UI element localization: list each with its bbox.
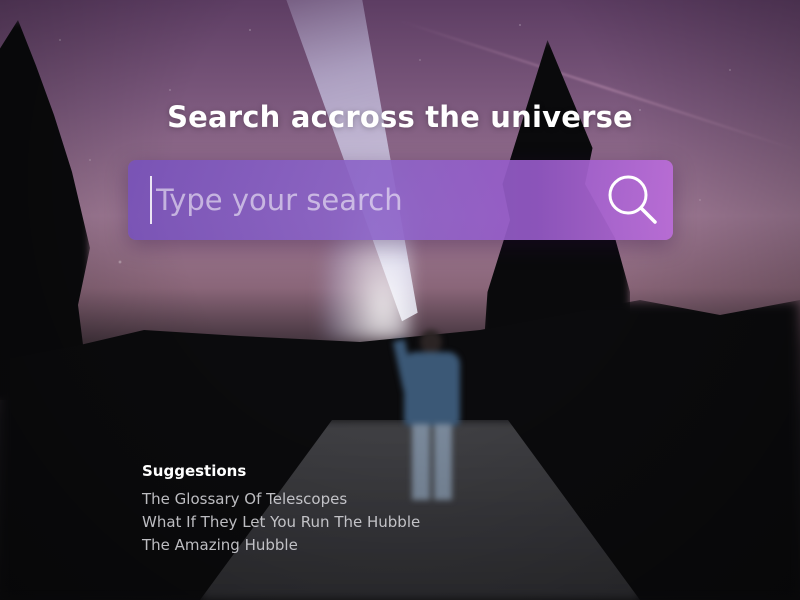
- search-input[interactable]: [150, 176, 596, 224]
- search-button[interactable]: [603, 170, 663, 230]
- suggestion-list: The Glossary Of Telescopes What If They …: [142, 488, 462, 557]
- suggestion-item[interactable]: The Amazing Hubble: [142, 534, 462, 557]
- suggestion-item[interactable]: What If They Let You Run The Hubble: [142, 511, 462, 534]
- suggestions-heading: Suggestions: [142, 462, 247, 480]
- search-bar: [128, 160, 673, 240]
- page-background: Search accross the universe Suggestions …: [0, 0, 800, 600]
- suggestion-item[interactable]: The Glossary Of Telescopes: [142, 488, 462, 511]
- page-title: Search accross the universe: [167, 100, 633, 134]
- search-icon: [608, 175, 657, 224]
- suggestions-panel: Suggestions The Glossary Of Telescopes W…: [142, 462, 462, 557]
